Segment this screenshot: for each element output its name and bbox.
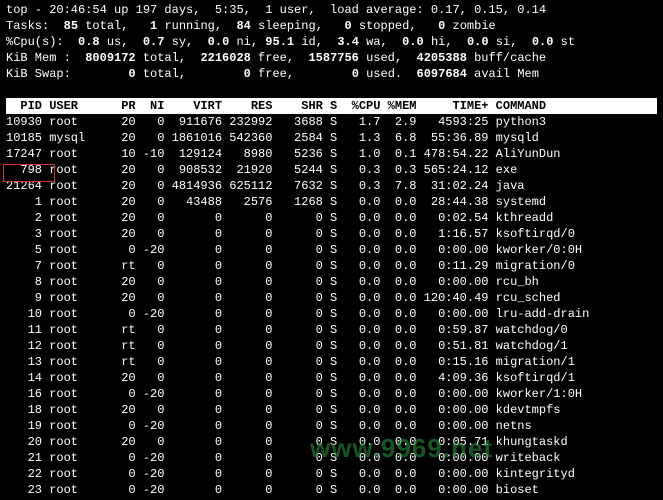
process-row[interactable]: 7 root rt 0 0 0 0 S 0.0 0.0 0:11.29 migr…: [6, 258, 657, 274]
process-row[interactable]: 18 root 20 0 0 0 0 S 0.0 0.0 0:00.00 kde…: [6, 402, 657, 418]
process-row[interactable]: 8 root 20 0 0 0 0 S 0.0 0.0 0:00.00 rcu_…: [6, 274, 657, 290]
process-row[interactable]: 14 root 20 0 0 0 0 S 0.0 0.0 4:09.36 kso…: [6, 370, 657, 386]
process-row[interactable]: 1 root 20 0 43488 2576 1268 S 0.0 0.0 28…: [6, 194, 657, 210]
summary-line-cpu: %Cpu(s): 0.8 us, 0.7 sy, 0.0 ni, 95.1 id…: [6, 34, 657, 50]
process-row[interactable]: 21264 root 20 0 4814936 625112 7632 S 0.…: [6, 178, 657, 194]
process-row[interactable]: 17247 root 10 -10 129124 8980 5236 S 1.0…: [6, 146, 657, 162]
blank-line: [6, 82, 657, 98]
process-row[interactable]: 12 root rt 0 0 0 0 S 0.0 0.0 0:51.81 wat…: [6, 338, 657, 354]
process-row[interactable]: 23 root 0 -20 0 0 0 S 0.0 0.0 0:00.00 bi…: [6, 482, 657, 498]
terminal-output: top - 20:46:54 up 197 days, 5:35, 1 user…: [0, 0, 663, 500]
process-list[interactable]: 10930 root 20 0 911676 232992 3688 S 1.7…: [6, 114, 657, 500]
process-row[interactable]: 13 root rt 0 0 0 0 S 0.0 0.0 0:15.16 mig…: [6, 354, 657, 370]
summary-line-tasks: Tasks: 85 total, 1 running, 84 sleeping,…: [6, 18, 657, 34]
process-row[interactable]: 11 root rt 0 0 0 0 S 0.0 0.0 0:59.87 wat…: [6, 322, 657, 338]
process-row[interactable]: 3 root 20 0 0 0 0 S 0.0 0.0 1:16.57 ksof…: [6, 226, 657, 242]
summary-line-1: top - 20:46:54 up 197 days, 5:35, 1 user…: [6, 2, 657, 18]
process-row[interactable]: 16 root 0 -20 0 0 0 S 0.0 0.0 0:00.00 kw…: [6, 386, 657, 402]
column-header[interactable]: PID USER PR NI VIRT RES SHR S %CPU %MEM …: [6, 98, 657, 114]
process-row[interactable]: 2 root 20 0 0 0 0 S 0.0 0.0 0:02.54 kthr…: [6, 210, 657, 226]
process-row[interactable]: 22 root 0 -20 0 0 0 S 0.0 0.0 0:00.00 ki…: [6, 466, 657, 482]
process-row[interactable]: 798 root 20 0 908532 21920 5244 S 0.3 0.…: [6, 162, 657, 178]
summary-line-swap: KiB Swap: 0 total, 0 free, 0 used. 60976…: [6, 66, 657, 82]
process-row[interactable]: 9 root 20 0 0 0 0 S 0.0 0.0 120:40.49 rc…: [6, 290, 657, 306]
process-row[interactable]: 21 root 0 -20 0 0 0 S 0.0 0.0 0:00.00 wr…: [6, 450, 657, 466]
summary-line-mem: KiB Mem : 8009172 total, 2216028 free, 1…: [6, 50, 657, 66]
process-row[interactable]: 10185 mysql 20 0 1861016 542360 2584 S 1…: [6, 130, 657, 146]
process-row[interactable]: 20 root 20 0 0 0 0 S 0.0 0.0 0:05.71 khu…: [6, 434, 657, 450]
process-row[interactable]: 5 root 0 -20 0 0 0 S 0.0 0.0 0:00.00 kwo…: [6, 242, 657, 258]
process-row[interactable]: 10 root 0 -20 0 0 0 S 0.0 0.0 0:00.00 lr…: [6, 306, 657, 322]
process-row[interactable]: 10930 root 20 0 911676 232992 3688 S 1.7…: [6, 114, 657, 130]
process-row[interactable]: 19 root 0 -20 0 0 0 S 0.0 0.0 0:00.00 ne…: [6, 418, 657, 434]
